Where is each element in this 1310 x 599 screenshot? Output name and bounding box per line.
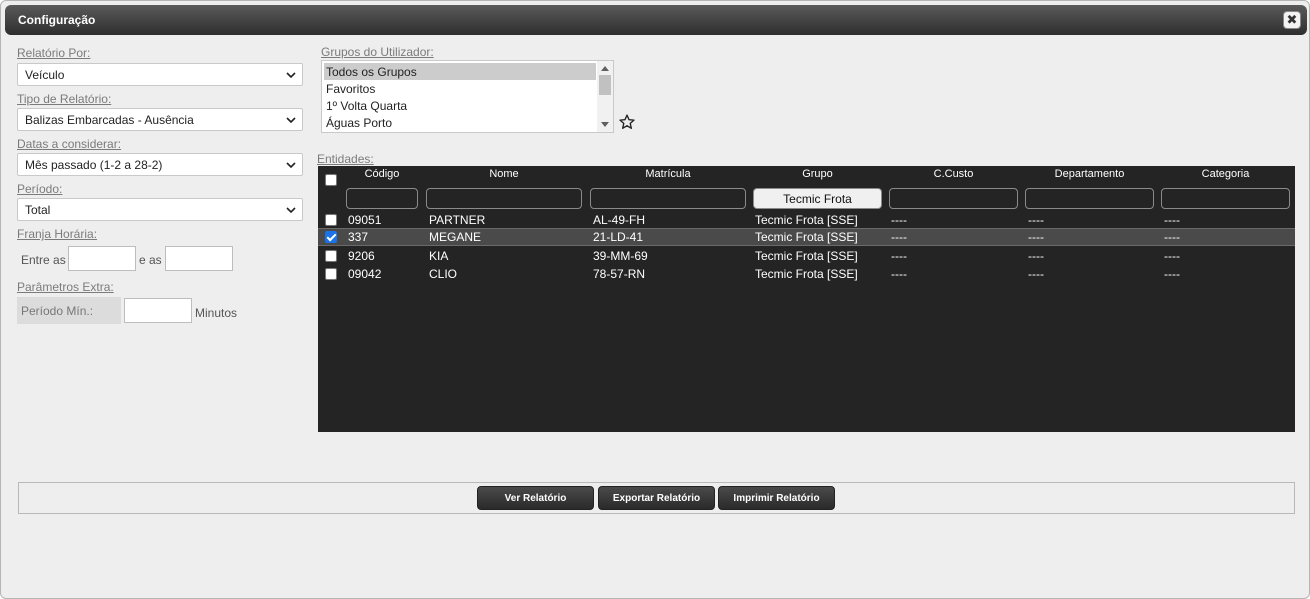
select-all-checkbox[interactable] [325, 174, 337, 186]
table-row[interactable]: 09042 CLIO 78-57-RN Tecmic Frota [SSE] -… [318, 265, 1295, 283]
chevron-down-icon [286, 72, 296, 79]
column-header-nome[interactable]: Nome [426, 168, 582, 180]
cell-grupo: Tecmic Frota [SSE] [755, 213, 858, 227]
cell-ccusto: ---- [891, 249, 907, 263]
grupos-listbox[interactable]: Todos os Grupos Favoritos 1º Volta Quart… [321, 60, 614, 133]
configuration-dialog: Configuração ✖ Relatório Por: Veículo Ti… [0, 0, 1310, 599]
tipo-relatorio-value: Balizas Embarcadas - Ausência [25, 113, 194, 127]
ver-relatorio-button[interactable]: Ver Relatório [477, 486, 594, 510]
relatorio-por-select[interactable]: Veículo [17, 63, 303, 86]
chevron-down-icon [286, 117, 296, 124]
column-header-matricula[interactable]: Matrícula [590, 168, 746, 180]
cell-departamento: ---- [1028, 230, 1044, 244]
cell-categoria: ---- [1164, 267, 1180, 281]
datas-label: Datas a considerar: [17, 137, 122, 151]
cell-grupo: Tecmic Frota [SSE] [755, 267, 858, 281]
cell-categoria: ---- [1164, 230, 1180, 244]
cell-categoria: ---- [1164, 213, 1180, 227]
cell-nome: KIA [429, 249, 449, 263]
franja-label: Franja Horária: [17, 227, 98, 241]
grupos-scrollbar[interactable] [597, 61, 613, 132]
action-bar: Ver Relatório Exportar Relatório Imprimi… [18, 482, 1295, 514]
filter-departamento-input[interactable] [1025, 188, 1154, 209]
table-row[interactable]: 337 MEGANE 21-LD-41 Tecmic Frota [SSE] -… [318, 228, 1295, 246]
datas-value: Mês passado (1-2 a 28-2) [25, 158, 163, 172]
tipo-relatorio-label: Tipo de Relatório: [17, 92, 112, 106]
filter-ccusto-input[interactable] [889, 188, 1018, 209]
row-checkbox[interactable] [325, 268, 337, 280]
cell-ccusto: ---- [891, 230, 907, 244]
chevron-down-icon [286, 162, 296, 169]
e-as-label: e as [139, 253, 162, 267]
exportar-relatorio-button[interactable]: Exportar Relatório [598, 486, 715, 510]
grupos-list-item[interactable]: Favoritos [324, 80, 596, 97]
scrollbar-thumb[interactable] [599, 75, 611, 95]
scroll-up-arrow-icon[interactable] [601, 66, 609, 71]
cell-codigo: 9206 [348, 249, 375, 263]
cell-matricula: 78-57-RN [593, 267, 646, 281]
cell-nome: CLIO [429, 267, 458, 281]
cell-departamento: ---- [1028, 249, 1044, 263]
cell-departamento: ---- [1028, 213, 1044, 227]
grupos-list-item[interactable]: Águas Porto [324, 114, 596, 131]
filter-matricula-input[interactable] [590, 188, 746, 209]
table-row[interactable]: 9206 KIA 39-MM-69 Tecmic Frota [SSE] ---… [318, 247, 1295, 265]
cell-nome: MEGANE [429, 230, 482, 244]
row-checkbox[interactable] [325, 250, 337, 262]
cell-matricula: AL-49-FH [593, 213, 646, 227]
grupos-label: Grupos do Utilizador: [321, 45, 434, 59]
table-row[interactable]: 09051 PARTNER AL-49-FH Tecmic Frota [SSE… [318, 211, 1295, 229]
column-header-ccusto[interactable]: C.Custo [889, 168, 1018, 180]
hora-fim-input[interactable] [165, 246, 233, 271]
chevron-down-icon [286, 207, 296, 214]
entidades-label: Entidades: [317, 152, 374, 166]
cell-ccusto: ---- [891, 213, 907, 227]
cell-categoria: ---- [1164, 249, 1180, 263]
cell-grupo: Tecmic Frota [SSE] [755, 230, 858, 244]
entidades-grid: Código Nome Matrícula Grupo C.Custo Depa… [318, 166, 1295, 432]
filter-categoria-input[interactable] [1161, 188, 1290, 209]
periodo-value: Total [25, 203, 51, 217]
relatorio-por-value: Veículo [25, 68, 65, 82]
cell-grupo: Tecmic Frota [SSE] [755, 249, 858, 263]
close-icon[interactable]: ✖ [1283, 11, 1301, 29]
hora-inicio-input[interactable] [68, 246, 136, 271]
periodo-label: Período: [17, 182, 63, 196]
grupos-list-item[interactable]: Todos os Grupos [324, 63, 596, 80]
filter-codigo-input[interactable] [346, 188, 418, 209]
column-header-departamento[interactable]: Departamento [1025, 168, 1154, 180]
cell-ccusto: ---- [891, 267, 907, 281]
cell-departamento: ---- [1028, 267, 1044, 281]
cell-codigo: 09042 [348, 267, 382, 281]
cell-codigo: 09051 [348, 213, 382, 227]
periodo-min-label: Período Mín.: [17, 297, 121, 324]
row-checkbox[interactable] [325, 214, 337, 226]
imprimir-relatorio-button[interactable]: Imprimir Relatório [718, 486, 835, 510]
column-header-categoria[interactable]: Categoria [1161, 168, 1290, 180]
cell-matricula: 39-MM-69 [593, 249, 648, 263]
relatorio-por-label: Relatório Por: [17, 46, 91, 60]
minutos-label: Minutos [195, 306, 238, 320]
parametros-label: Parâmetros Extra: [17, 280, 114, 294]
dialog-title: Configuração [18, 13, 96, 27]
cell-codigo: 337 [348, 230, 369, 244]
periodo-select[interactable]: Total [17, 198, 303, 221]
tipo-relatorio-select[interactable]: Balizas Embarcadas - Ausência [17, 108, 303, 131]
star-outline-icon[interactable] [618, 113, 636, 131]
periodo-min-input[interactable] [124, 298, 192, 323]
row-checkbox[interactable] [325, 231, 337, 243]
filter-nome-input[interactable] [426, 188, 582, 209]
dialog-titlebar[interactable]: Configuração ✖ [5, 5, 1307, 35]
cell-nome: PARTNER [429, 213, 486, 227]
filter-grupo-input[interactable]: Tecmic Frota [753, 188, 882, 209]
cell-matricula: 21-LD-41 [593, 230, 644, 244]
column-header-grupo[interactable]: Grupo [753, 168, 882, 180]
grupos-list-item[interactable]: 1º Volta Quarta [324, 97, 596, 114]
entre-as-label: Entre as [21, 253, 66, 267]
datas-select[interactable]: Mês passado (1-2 a 28-2) [17, 153, 303, 176]
column-header-codigo[interactable]: Código [346, 168, 418, 180]
scroll-down-arrow-icon[interactable] [601, 122, 609, 127]
